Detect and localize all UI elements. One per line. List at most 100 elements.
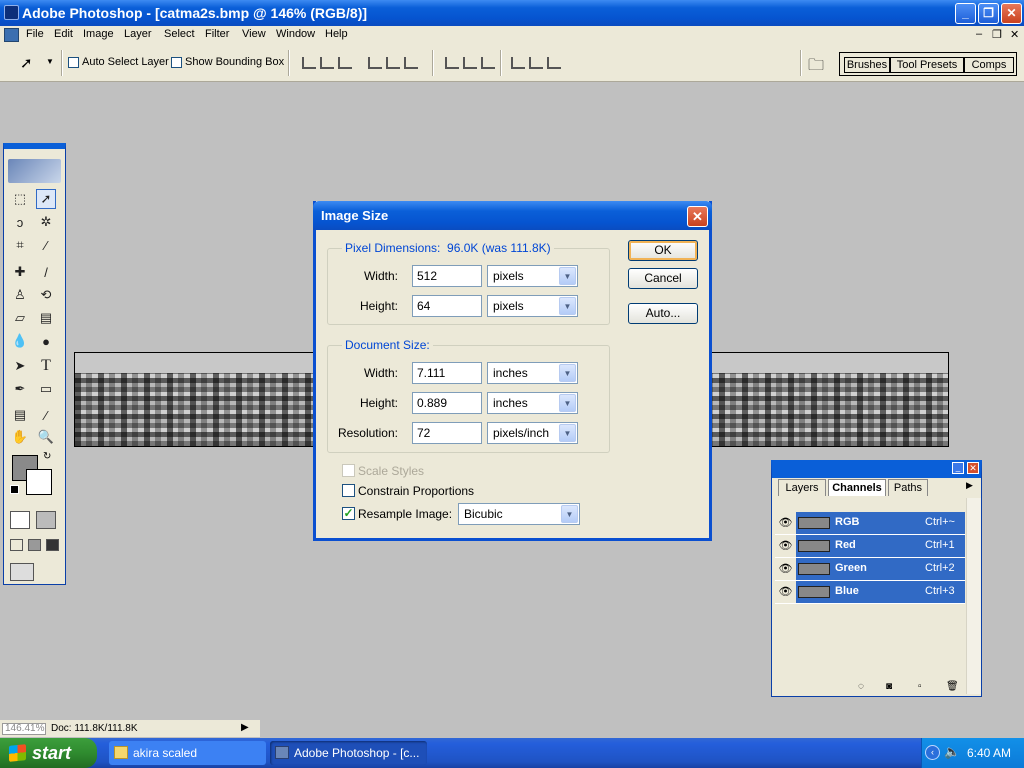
show-bounding-box-checkbox[interactable] (171, 57, 182, 68)
dodge-tool-icon[interactable]: ● (36, 331, 56, 351)
eyedropper-tool-icon[interactable]: ⁄ (36, 405, 56, 425)
default-colors-icon[interactable] (10, 485, 19, 494)
eye-icon[interactable]: 👁 (775, 558, 796, 580)
save-selection-icon[interactable]: ◙ (886, 681, 892, 692)
standard-mode-icon[interactable] (10, 511, 30, 529)
palette-menu-icon[interactable]: ▶ (966, 480, 973, 491)
distribute-hcenter-icon[interactable] (529, 57, 543, 69)
menu-image[interactable]: Image (83, 28, 114, 40)
menu-filter[interactable]: Filter (205, 28, 229, 40)
palette-close-icon[interactable]: ✕ (967, 462, 979, 474)
doc-width-input[interactable]: 7.111 (412, 362, 482, 384)
swap-colors-icon[interactable]: ↻ (43, 451, 51, 462)
restore-button[interactable]: ❐ (978, 3, 999, 24)
palette-minimize-icon[interactable]: _ (952, 462, 964, 474)
channel-row-rgb[interactable]: 👁 RGB Ctrl+~ (775, 512, 965, 535)
file-browser-icon[interactable]: 🗀 (808, 54, 824, 81)
tab-channels[interactable]: Channels (828, 479, 886, 496)
path-selection-tool-icon[interactable]: ➤ (10, 356, 30, 376)
lasso-tool-icon[interactable]: ↄ (10, 212, 30, 232)
blur-tool-icon[interactable]: 💧 (10, 331, 30, 351)
doc-restore-icon[interactable]: ❐ (992, 28, 1002, 41)
screen-mode-menu-icon[interactable] (28, 539, 41, 551)
pixel-height-unit-select[interactable]: pixels ▼ (487, 295, 578, 317)
channel-row-blue[interactable]: 👁 Blue Ctrl+3 (775, 581, 965, 604)
crop-tool-icon[interactable]: ⌗ (10, 235, 30, 255)
align-top-icon[interactable] (302, 57, 316, 69)
type-tool-icon[interactable]: T (36, 356, 56, 376)
eraser-tool-icon[interactable]: ▱ (10, 308, 30, 328)
tab-layers[interactable]: Layers (778, 479, 826, 496)
eye-icon[interactable]: 👁 (775, 581, 796, 603)
feather-logo-icon[interactable] (8, 159, 61, 183)
doc-minimize-icon[interactable]: – (976, 28, 982, 40)
eye-icon[interactable]: 👁 (775, 512, 796, 534)
constrain-proportions-checkbox[interactable] (342, 484, 355, 497)
align-vcenter-icon[interactable] (320, 57, 334, 69)
cancel-button[interactable]: Cancel (628, 268, 698, 289)
new-channel-icon[interactable]: ▫ (918, 681, 922, 692)
marquee-tool-icon[interactable]: ⬚ (10, 189, 30, 209)
tab-paths[interactable]: Paths (888, 479, 928, 496)
resolution-input[interactable]: 72 (412, 422, 482, 444)
tab-brushes[interactable]: Brushes (844, 57, 890, 73)
align-bottom-icon[interactable] (338, 57, 352, 69)
align-right-icon[interactable] (404, 57, 418, 69)
pixel-width-unit-select[interactable]: pixels ▼ (487, 265, 578, 287)
auto-select-layer-checkbox[interactable] (68, 57, 79, 68)
resample-method-select[interactable]: Bicubic ▼ (458, 503, 580, 525)
align-left-icon[interactable] (368, 57, 382, 69)
distribute-right-icon[interactable] (547, 57, 561, 69)
pixel-width-input[interactable]: 512 (412, 265, 482, 287)
scale-styles-checkbox[interactable] (342, 464, 355, 477)
pen-tool-icon[interactable]: ✒ (10, 379, 30, 399)
clone-stamp-tool-icon[interactable]: ♙ (10, 285, 30, 305)
status-menu-arrow-icon[interactable]: ▶ (241, 722, 249, 733)
menu-help[interactable]: Help (325, 28, 348, 40)
history-brush-tool-icon[interactable]: ⟲ (36, 285, 56, 305)
zoom-tool-icon[interactable]: 🔍 (36, 427, 56, 447)
clock[interactable]: 6:40 AM (967, 746, 1011, 760)
menu-view[interactable]: View (242, 28, 266, 40)
quick-mask-mode-icon[interactable] (36, 511, 56, 529)
align-hcenter-icon[interactable] (386, 57, 400, 69)
magic-wand-tool-icon[interactable]: ✲ (36, 212, 56, 232)
close-button[interactable]: ✕ (1001, 3, 1022, 24)
menu-layer[interactable]: Layer (124, 28, 152, 40)
task-akira-scaled[interactable]: akira scaled (109, 741, 266, 765)
hand-tool-icon[interactable]: ✋ (10, 427, 30, 447)
menu-edit[interactable]: Edit (54, 28, 73, 40)
menu-file[interactable]: File (26, 28, 44, 40)
distribute-top-icon[interactable] (445, 57, 459, 69)
jump-to-imageready-icon[interactable] (10, 563, 34, 581)
healing-brush-tool-icon[interactable]: ✚ (10, 262, 30, 282)
doc-height-unit-select[interactable]: inches ▼ (487, 392, 578, 414)
notes-tool-icon[interactable]: ▤ (10, 405, 30, 425)
minimize-button[interactable]: _ (955, 3, 976, 24)
doc-close-icon[interactable]: ✕ (1010, 28, 1019, 41)
chevron-left-icon[interactable]: ‹ (925, 745, 940, 760)
load-selection-icon[interactable]: ◌ (858, 681, 864, 692)
palette-scrollbar[interactable] (966, 498, 981, 694)
menu-select[interactable]: Select (164, 28, 195, 40)
channel-row-red[interactable]: 👁 Red Ctrl+1 (775, 535, 965, 558)
tab-tool-presets[interactable]: Tool Presets (890, 57, 964, 73)
distribute-left-icon[interactable] (511, 57, 525, 69)
shape-tool-icon[interactable]: ▭ (36, 379, 56, 399)
distribute-bottom-icon[interactable] (481, 57, 495, 69)
menu-window[interactable]: Window (276, 28, 315, 40)
gradient-tool-icon[interactable]: ▤ (36, 308, 56, 328)
task-photoshop[interactable]: Adobe Photoshop - [c... (270, 741, 427, 765)
trash-icon[interactable]: 🗑 (946, 681, 959, 692)
pixel-height-input[interactable]: 64 (412, 295, 482, 317)
move-tool-icon[interactable]: ➚ (36, 189, 56, 209)
doc-width-unit-select[interactable]: inches ▼ (487, 362, 578, 384)
speaker-icon[interactable]: 🔈 (944, 744, 960, 760)
resolution-unit-select[interactable]: pixels/inch ▼ (487, 422, 578, 444)
tab-comps[interactable]: Comps (964, 57, 1014, 73)
screen-mode-full-icon[interactable] (46, 539, 59, 551)
channel-row-green[interactable]: 👁 Green Ctrl+2 (775, 558, 965, 581)
auto-button[interactable]: Auto... (628, 303, 698, 324)
resample-image-checkbox[interactable]: ✓ (342, 507, 355, 520)
screen-mode-standard-icon[interactable] (10, 539, 23, 551)
